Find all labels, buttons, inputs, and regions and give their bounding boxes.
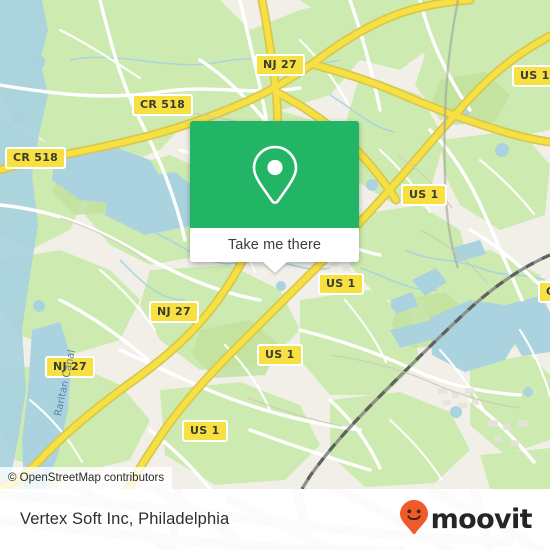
road-shield-cr-518-upper: CR 518 — [132, 94, 194, 116]
take-me-there-label: Take me there — [227, 237, 322, 253]
popup-tail-pointer — [262, 262, 287, 273]
popup-header — [190, 121, 359, 228]
road-shield-us-1-right: US 1 — [401, 184, 447, 206]
road-shield-cr-518-left: CR 518 — [5, 147, 67, 169]
popup-action-bar[interactable]: Take me there — [190, 228, 359, 273]
footer-bar: Vertex Soft Inc, Philadelphia moovit — [0, 489, 550, 550]
map-pin-icon — [249, 144, 301, 206]
moovit-logo[interactable]: moovit — [399, 499, 533, 540]
road-shield-us-1-bottom: US 1 — [182, 420, 228, 442]
moovit-map-screenshot: NJ 27 CR 518 US 1 CR 518 US 1 US 1 NJ 27 US 1 NJ… — [0, 0, 550, 550]
road-shield-us-1-center: US 1 — [318, 273, 364, 295]
attribution-text: © OpenStreetMap contributors — [8, 472, 165, 484]
road-shield-us-1-lower: US 1 — [257, 344, 303, 366]
moovit-smiley-pin-icon — [399, 499, 429, 540]
map-attribution[interactable]: © OpenStreetMap contributors — [0, 467, 173, 489]
road-shield-nj-27-north: NJ 27 — [255, 54, 305, 76]
road-shield-partial-right-edge: C — [538, 281, 550, 303]
road-shield-us-1-top-right: US 1 — [512, 65, 550, 87]
location-popup-card[interactable]: Take me there — [190, 121, 359, 273]
place-name-label: Vertex Soft Inc, Philadelphia — [20, 510, 230, 528]
map-viewport[interactable]: NJ 27 CR 518 US 1 CR 518 US 1 US 1 NJ 27 US 1 NJ… — [0, 0, 550, 489]
moovit-wordmark: moovit — [430, 504, 533, 535]
road-shield-nj-27-mid: NJ 27 — [149, 301, 199, 323]
